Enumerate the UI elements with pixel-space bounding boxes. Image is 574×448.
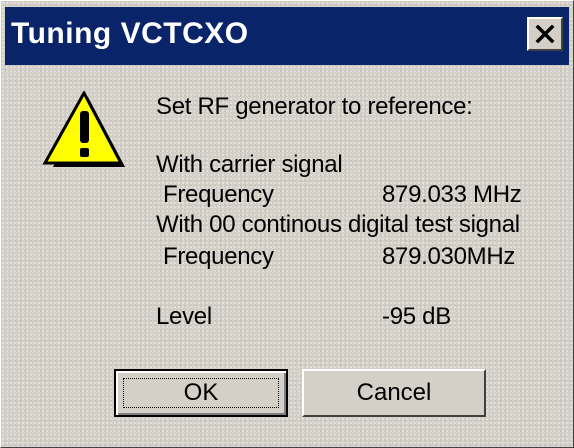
cancel-button-label: Cancel	[356, 379, 432, 406]
carrier-frequency-value: 879.033 MHz	[382, 181, 522, 208]
focus-rectangle	[123, 378, 279, 408]
message-heading: Set RF generator to reference:	[156, 93, 473, 120]
digital-signal-header: With 00 continous digital test signal	[156, 211, 520, 238]
ok-button[interactable]: OK	[114, 369, 288, 417]
digital-frequency-value: 879.030MHz	[382, 243, 516, 270]
digital-frequency-label: Frequency	[163, 243, 274, 270]
close-icon	[535, 25, 555, 43]
warning-icon	[42, 91, 125, 167]
title-bar[interactable]: Tuning VCTCXO	[5, 7, 569, 65]
carrier-frequency-label: Frequency	[163, 181, 274, 208]
level-label: Level	[156, 303, 212, 330]
window-title: Tuning VCTCXO	[11, 17, 249, 50]
carrier-signal-header: With carrier signal	[156, 151, 343, 178]
cancel-button[interactable]: Cancel	[302, 369, 486, 417]
level-value: -95 dB	[382, 303, 451, 330]
close-button[interactable]	[527, 17, 563, 51]
dialog-window: Tuning VCTCXO Set RF generator to refere…	[0, 0, 574, 448]
